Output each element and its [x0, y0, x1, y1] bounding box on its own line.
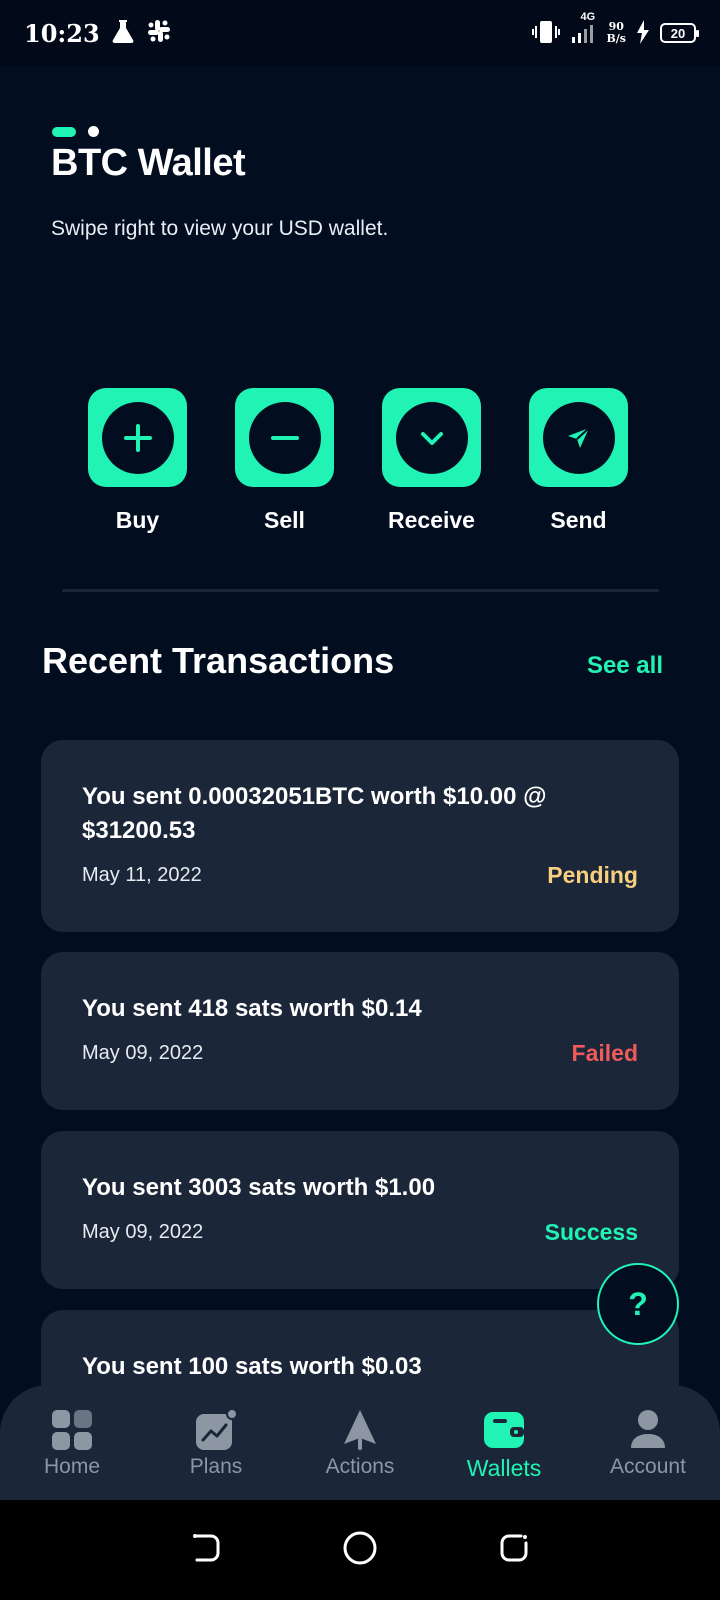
nav-item-plans[interactable]: Plans	[144, 1407, 288, 1479]
signal-icon: 4G	[570, 11, 596, 48]
page-dot-active	[52, 126, 76, 137]
status-right: 4G 90 B/s 20	[532, 11, 699, 48]
transaction-title: You sent 0.00032051BTC worth $10.00 @ $3…	[82, 783, 547, 844]
status-time: 10:23	[24, 18, 100, 48]
transaction-title: You sent 100 sats worth $0.03	[82, 1353, 422, 1380]
transaction-card[interactable]: You sent 3003 sats worth $1.00 May 09, 2…	[41, 1131, 679, 1289]
page-subtitle: Swipe right to view your USD wallet.	[51, 217, 389, 240]
help-button[interactable]: ?	[597, 1263, 679, 1345]
nav-item-account[interactable]: Account	[576, 1407, 720, 1479]
recents-icon[interactable]	[497, 1531, 531, 1570]
back-icon[interactable]	[189, 1531, 223, 1570]
nav-item-actions[interactable]: Actions	[288, 1407, 432, 1479]
sell-label: Sell	[264, 507, 305, 533]
transaction-title: You sent 418 sats worth $0.14	[82, 995, 422, 1022]
nav-label-home: Home	[43, 1455, 101, 1478]
grid-icon	[50, 1407, 94, 1453]
transaction-meta: May 09, 2022 Success	[82, 1219, 638, 1246]
vibrate-icon	[532, 19, 561, 48]
sell-button[interactable]: Sell	[235, 388, 334, 534]
buy-button[interactable]: Buy	[88, 388, 187, 534]
page-indicator	[52, 126, 99, 137]
transaction-date: May 09, 2022	[82, 1042, 204, 1064]
transaction-card[interactable]: You sent 418 sats worth $0.14 May 09, 20…	[41, 952, 679, 1110]
system-nav-bar	[0, 1500, 720, 1600]
transaction-status: Success	[544, 1219, 638, 1245]
nav-label-wallets: Wallets	[466, 1455, 542, 1481]
bottom-nav: Home Plans Actions Wallets Account	[0, 1385, 720, 1500]
transaction-date: May 11, 2022	[82, 864, 202, 886]
send-label: Send	[550, 507, 607, 533]
divider	[62, 589, 659, 592]
status-bar: 10:23 4G 90 B/s 20	[0, 0, 720, 66]
see-all-link[interactable]: See all	[587, 652, 663, 680]
network-type: 4G	[580, 10, 596, 23]
user-icon	[626, 1407, 670, 1453]
rocket-icon	[338, 1407, 382, 1453]
receive-label: Receive	[388, 507, 475, 533]
nav-label-account: Account	[610, 1455, 686, 1478]
transaction-status: Failed	[571, 1040, 638, 1066]
nav-item-home[interactable]: Home	[0, 1407, 144, 1479]
home-icon[interactable]	[342, 1530, 378, 1571]
net-speed: 90 B/s	[606, 21, 626, 45]
nav-item-wallets[interactable]: Wallets	[432, 1407, 576, 1482]
transaction-card[interactable]: You sent 0.00032051BTC worth $10.00 @ $3…	[41, 740, 679, 932]
send-arrow-icon	[542, 401, 615, 474]
transaction-date: May 09, 2022	[82, 1221, 204, 1243]
flask-icon	[110, 18, 136, 49]
transaction-meta: May 11, 2022 Pending	[82, 862, 638, 889]
send-tile[interactable]	[529, 388, 628, 487]
send-button[interactable]: Send	[529, 388, 628, 534]
net-speed-unit: B/s	[606, 32, 626, 45]
chevron-down-icon	[395, 401, 468, 474]
page-dot[interactable]	[88, 126, 99, 137]
wallet-actions: Buy Sell Receive Send	[88, 388, 628, 534]
receive-tile[interactable]	[382, 388, 481, 487]
status-left: 10:23	[24, 18, 172, 49]
battery-indicator: 20	[660, 23, 699, 43]
minus-icon	[248, 401, 321, 474]
buy-label: Buy	[115, 507, 160, 533]
wallet-icon	[482, 1407, 526, 1453]
charging-icon	[636, 19, 650, 47]
receive-button[interactable]: Receive	[382, 388, 481, 534]
buy-tile[interactable]	[88, 388, 187, 487]
slack-icon	[146, 18, 172, 49]
plus-icon	[101, 401, 174, 474]
nav-label-plans: Plans	[189, 1455, 243, 1478]
page-title: BTC Wallet	[51, 142, 246, 184]
transaction-meta: May 09, 2022 Failed	[82, 1040, 638, 1067]
transaction-title: You sent 3003 sats worth $1.00	[82, 1174, 436, 1201]
sell-tile[interactable]	[235, 388, 334, 487]
chart-icon	[194, 1407, 238, 1453]
section-title: Recent Transactions	[42, 640, 395, 681]
nav-label-actions: Actions	[325, 1455, 395, 1478]
transaction-status: Pending	[547, 862, 638, 888]
